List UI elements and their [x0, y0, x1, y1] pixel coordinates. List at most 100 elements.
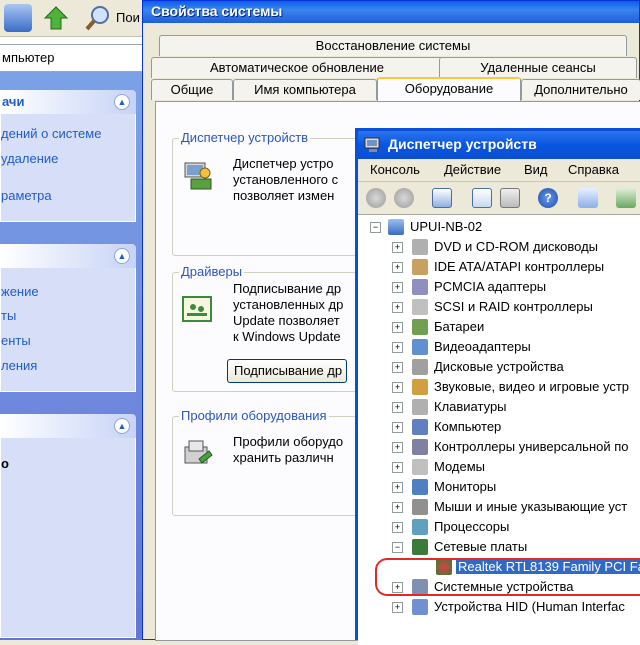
- collapse-icon[interactable]: −: [370, 222, 381, 233]
- title-bar[interactable]: Свойства системы: [143, 1, 639, 23]
- tree-category[interactable]: − Сетевые платы: [358, 537, 640, 557]
- task-link[interactable]: ты: [1, 308, 16, 323]
- tree-category[interactable]: + PCMCIA адаптеры: [358, 277, 640, 297]
- tab-label: Удаленные сеансы: [480, 60, 596, 75]
- task-link[interactable]: енты: [1, 333, 31, 348]
- tree-root[interactable]: − UPUI-NB-02: [358, 217, 640, 237]
- task-link[interactable]: жение: [1, 284, 39, 299]
- expand-icon[interactable]: +: [392, 502, 403, 513]
- expand-icon[interactable]: +: [392, 442, 403, 453]
- expand-icon[interactable]: +: [392, 262, 403, 273]
- task-section-title: ачи: [2, 94, 25, 109]
- expand-icon[interactable]: +: [392, 602, 403, 613]
- menu-console[interactable]: Консоль: [370, 162, 420, 177]
- tree-category[interactable]: + Процессоры: [358, 517, 640, 537]
- expand-icon[interactable]: +: [392, 522, 403, 533]
- tree-category[interactable]: + Дисковые устройства: [358, 357, 640, 377]
- update-driver-icon[interactable]: [616, 188, 636, 208]
- group-label: Диспетчер устройств: [179, 130, 311, 145]
- expand-icon[interactable]: +: [392, 482, 403, 493]
- tree-category[interactable]: + Видеоадаптеры: [358, 337, 640, 357]
- tree-category[interactable]: + Контроллеры универсальной по: [358, 437, 640, 457]
- tree-category-label: SCSI и RAID контроллеры: [434, 299, 593, 314]
- chevron-up-icon[interactable]: ▲: [114, 248, 130, 264]
- folder-up-icon[interactable]: [4, 4, 32, 32]
- tab-general[interactable]: Общие: [151, 79, 233, 100]
- device-category-icon: [412, 479, 428, 495]
- device-category-icon: [412, 299, 428, 315]
- device-category-icon: [412, 319, 428, 335]
- task-link[interactable]: ления: [1, 358, 37, 373]
- device-category-icon: [412, 419, 428, 435]
- device-category-icon: [412, 519, 428, 535]
- tree-category[interactable]: + Звуковые, видео и игровые устр: [358, 377, 640, 397]
- menu-bar: Консоль Действие Вид Справка: [358, 159, 640, 182]
- driver-signing-button[interactable]: Подписывание др: [227, 359, 347, 383]
- tab-label: Автоматическое обновление: [209, 60, 384, 75]
- tab-label: Имя компьютера: [254, 82, 356, 97]
- device-category-icon: [412, 459, 428, 475]
- title-bar[interactable]: Диспетчер устройств: [358, 131, 640, 159]
- menu-help[interactable]: Справка: [568, 162, 619, 177]
- task-section-header-2[interactable]: ▲: [0, 244, 136, 268]
- explorer-window: Пои мпьютер ачи ▲ дений о системе удален…: [0, 0, 150, 640]
- menu-view[interactable]: Вид: [524, 162, 548, 177]
- tree-category[interactable]: + Модемы: [358, 457, 640, 477]
- expand-icon[interactable]: +: [392, 302, 403, 313]
- tab-remote-sessions[interactable]: Удаленные сеансы: [439, 57, 637, 78]
- print-icon[interactable]: [500, 188, 520, 208]
- menu-action[interactable]: Действие: [444, 162, 501, 177]
- tab-automatic-updates[interactable]: Автоматическое обновление: [151, 57, 443, 78]
- chevron-up-icon[interactable]: ▲: [114, 418, 130, 434]
- task-link[interactable]: раметра: [1, 188, 52, 203]
- expand-icon[interactable]: +: [392, 422, 403, 433]
- tree-category[interactable]: + Мониторы: [358, 477, 640, 497]
- explorer-toolbar: Пои: [0, 0, 150, 37]
- tree-category-label: PCMCIA адаптеры: [434, 279, 547, 294]
- tab-system-restore[interactable]: Восстановление системы: [159, 35, 627, 56]
- expand-icon[interactable]: +: [392, 342, 403, 353]
- chevron-up-icon[interactable]: ▲: [114, 94, 130, 110]
- tree-category-label: Мыши и иные указывающие уст: [434, 499, 628, 514]
- tree-category-label: IDE ATA/ATAPI контроллеры: [434, 259, 605, 274]
- expand-icon[interactable]: +: [392, 282, 403, 293]
- tree-category[interactable]: + DVD и CD-ROM дисководы: [358, 237, 640, 257]
- tab-advanced[interactable]: Дополнительно: [521, 79, 640, 100]
- collapse-icon[interactable]: −: [392, 542, 403, 553]
- tree-category[interactable]: + SCSI и RAID контроллеры: [358, 297, 640, 317]
- tree-category-label: Звуковые, видео и игровые устр: [434, 379, 630, 394]
- search-icon[interactable]: [84, 4, 112, 32]
- address-bar[interactable]: мпьютер: [0, 44, 150, 72]
- window-title: Свойства системы: [151, 3, 283, 19]
- tree-category-label: Клавиатуры: [434, 399, 507, 414]
- task-link[interactable]: удаление: [1, 151, 58, 166]
- properties-icon[interactable]: [472, 188, 492, 208]
- task-section-header-3[interactable]: ▲: [0, 414, 136, 438]
- search-button-label[interactable]: Пои: [116, 10, 140, 25]
- tab-computer-name[interactable]: Имя компьютера: [233, 79, 377, 100]
- back-icon[interactable]: [366, 188, 386, 208]
- up-arrow-icon[interactable]: [42, 4, 70, 32]
- task-link[interactable]: о: [1, 456, 9, 471]
- expand-icon[interactable]: +: [392, 322, 403, 333]
- tree-category[interactable]: + Компьютер: [358, 417, 640, 437]
- tree-category-label: Дисковые устройства: [434, 359, 564, 374]
- tree-category[interactable]: + Мыши и иные указывающие уст: [358, 497, 640, 517]
- tree-category[interactable]: + IDE ATA/ATAPI контроллеры: [358, 257, 640, 277]
- tab-hardware[interactable]: Оборудование: [377, 77, 521, 101]
- tree-category[interactable]: + Батареи: [358, 317, 640, 337]
- expand-icon[interactable]: +: [392, 462, 403, 473]
- scan-hardware-icon[interactable]: [578, 188, 598, 208]
- help-icon[interactable]: ?: [538, 188, 558, 208]
- device-category-icon: [412, 499, 428, 515]
- tree-category[interactable]: + Клавиатуры: [358, 397, 640, 417]
- expand-icon[interactable]: +: [392, 382, 403, 393]
- show-hide-tree-icon[interactable]: [432, 188, 452, 208]
- expand-icon[interactable]: +: [392, 362, 403, 373]
- forward-icon[interactable]: [394, 188, 414, 208]
- tree-category[interactable]: + Устройства HID (Human Interfac: [358, 597, 640, 617]
- task-link[interactable]: дений о системе: [1, 126, 101, 141]
- expand-icon[interactable]: +: [392, 402, 403, 413]
- task-section-header-1[interactable]: ачи ▲: [0, 90, 136, 114]
- expand-icon[interactable]: +: [392, 242, 403, 253]
